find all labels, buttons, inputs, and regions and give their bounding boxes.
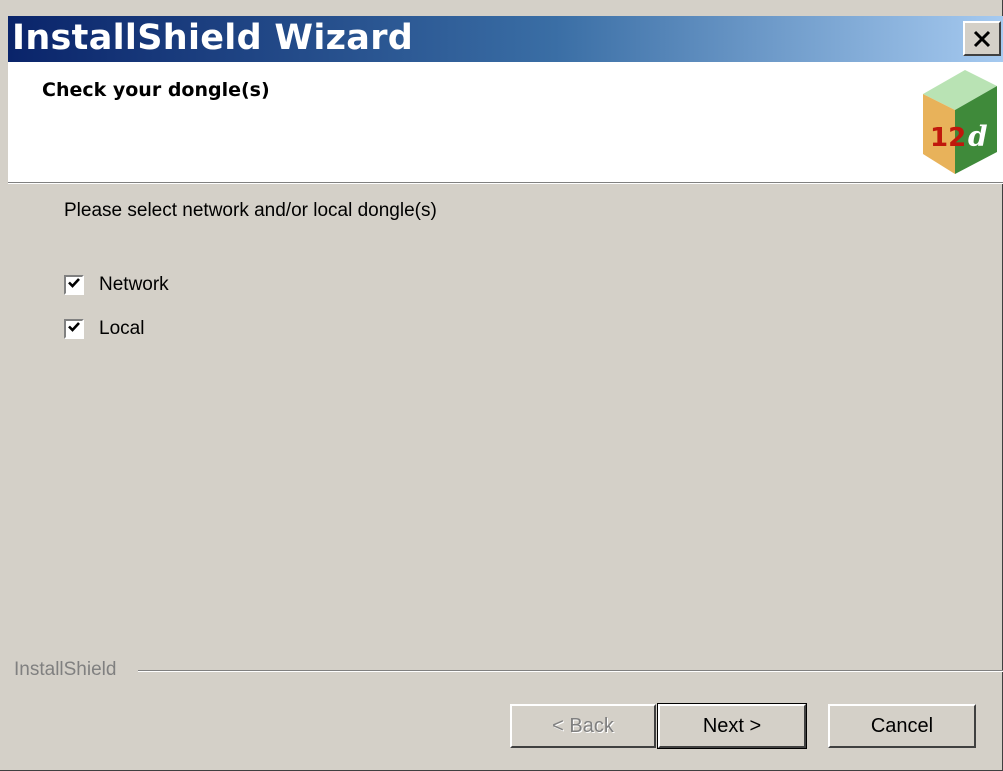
instruction-text: Please select network and/or local dongl… (64, 200, 437, 221)
next-button[interactable]: Next > (657, 703, 807, 749)
header-panel: Check your dongle(s) 12 d (8, 62, 1003, 182)
title-bar[interactable]: InstallShield Wizard (8, 16, 1003, 62)
header-separator (8, 182, 1003, 184)
local-checkbox-row[interactable]: Local (64, 317, 144, 341)
logo-text-12: 12 (930, 123, 966, 153)
close-icon (972, 29, 992, 49)
close-button[interactable] (963, 21, 1001, 56)
footer-separator (138, 670, 1003, 672)
local-label[interactable]: Local (99, 318, 144, 340)
network-label[interactable]: Network (99, 274, 169, 296)
page-title: Check your dongle(s) (42, 79, 270, 101)
logo-text-d: d (968, 120, 988, 153)
checkmark-icon (67, 276, 81, 295)
back-button[interactable]: < Back (510, 704, 656, 748)
12d-logo: 12 d (915, 66, 999, 178)
network-checkbox-row[interactable]: Network (64, 273, 169, 297)
local-checkbox[interactable] (64, 319, 84, 339)
installshield-wizard-window: InstallShield Wizard Check your dongle(s… (0, 0, 1003, 771)
checkmark-icon (67, 320, 81, 339)
window-title: InstallShield Wizard (12, 18, 414, 58)
cancel-button[interactable]: Cancel (828, 704, 976, 748)
network-checkbox[interactable] (64, 275, 84, 295)
installshield-brand-label: InstallShield (14, 659, 121, 681)
